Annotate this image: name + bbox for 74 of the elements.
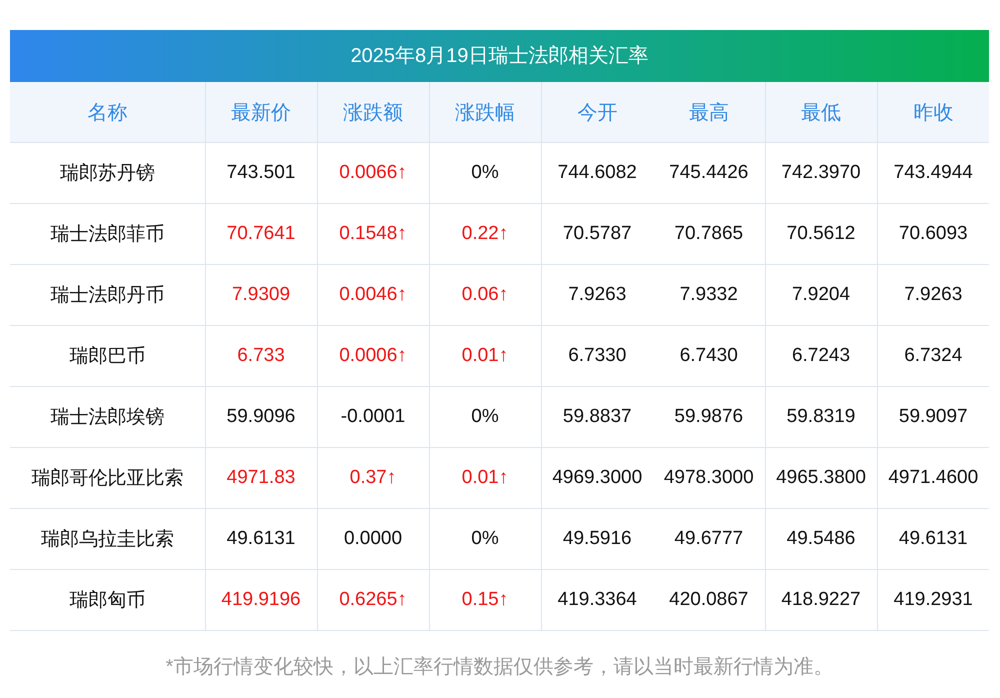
table-cell: 6.7330 <box>541 326 653 386</box>
table-cell: 0.1548↑ <box>317 204 429 264</box>
table-cell: 7.9204 <box>765 264 877 326</box>
table-cell: 瑞郎巴币 <box>10 326 205 386</box>
table-cell: 59.8837 <box>541 386 653 448</box>
table-cell: 419.9196 <box>205 570 317 630</box>
table-cell: 6.7324 <box>877 326 989 386</box>
table-cell: 0% <box>429 508 541 570</box>
column-header: 涨跌额 <box>317 82 429 142</box>
table-cell: 4978.3000 <box>653 448 765 508</box>
table-cell: 0.22↑ <box>429 204 541 264</box>
column-header: 最低 <box>765 82 877 142</box>
table-cell: 瑞士法郎菲币 <box>10 204 205 264</box>
table-cell: 0.37↑ <box>317 448 429 508</box>
table-cell: 0.01↑ <box>429 326 541 386</box>
table-cell: 0.15↑ <box>429 570 541 630</box>
table-cell: 瑞郎哥伦比亚比索 <box>10 448 205 508</box>
column-header: 最高 <box>653 82 765 142</box>
table-cell: 7.9263 <box>541 264 653 326</box>
table-cell: 0.0006↑ <box>317 326 429 386</box>
table-cell: 70.6093 <box>877 204 989 264</box>
table-cell: -0.0001 <box>317 386 429 448</box>
table-cell: 0.06↑ <box>429 264 541 326</box>
table-cell: 0.0046↑ <box>317 264 429 326</box>
table-cell: 419.3364 <box>541 570 653 630</box>
table-cell: 7.9332 <box>653 264 765 326</box>
table-cell: 瑞士法郎埃镑 <box>10 386 205 448</box>
table-cell: 49.6131 <box>877 508 989 570</box>
table-cell: 瑞郎苏丹镑 <box>10 142 205 204</box>
table-cell: 瑞郎乌拉圭比索 <box>10 508 205 570</box>
table-cell: 瑞郎匈币 <box>10 570 205 630</box>
table-cell: 59.8319 <box>765 386 877 448</box>
table-cell: 7.9263 <box>877 264 989 326</box>
table-cell: 744.6082 <box>541 142 653 204</box>
table-cell: 70.5612 <box>765 204 877 264</box>
table-cell: 743.4944 <box>877 142 989 204</box>
column-header: 涨跌幅 <box>429 82 541 142</box>
table-cell: 瑞士法郎丹币 <box>10 264 205 326</box>
table-cell: 0.6265↑ <box>317 570 429 630</box>
table-cell: 0% <box>429 386 541 448</box>
column-header: 名称 <box>10 82 205 142</box>
table-cell: 49.5486 <box>765 508 877 570</box>
table-cell: 0% <box>429 142 541 204</box>
table-cell: 0.01↑ <box>429 448 541 508</box>
table-cell: 59.9096 <box>205 386 317 448</box>
column-header: 最新价 <box>205 82 317 142</box>
table-cell: 49.5916 <box>541 508 653 570</box>
table-cell: 745.4426 <box>653 142 765 204</box>
table-cell: 743.501 <box>205 142 317 204</box>
column-header: 今开 <box>541 82 653 142</box>
table-cell: 420.0867 <box>653 570 765 630</box>
column-header: 昨收 <box>877 82 989 142</box>
table-cell: 70.5787 <box>541 204 653 264</box>
table-cell: 418.9227 <box>765 570 877 630</box>
table-cell: 4971.4600 <box>877 448 989 508</box>
table-cell: 6.7243 <box>765 326 877 386</box>
table-cell: 4969.3000 <box>541 448 653 508</box>
table-cell: 6.733 <box>205 326 317 386</box>
table-cell: 7.9309 <box>205 264 317 326</box>
table-title: 2025年8月19日瑞士法郎相关汇率 <box>10 30 989 82</box>
table-cell: 6.7430 <box>653 326 765 386</box>
table-cell: 59.9876 <box>653 386 765 448</box>
table-cell: 59.9097 <box>877 386 989 448</box>
table-cell: 70.7865 <box>653 204 765 264</box>
table-cell: 419.2931 <box>877 570 989 630</box>
table-cell: 0.0066↑ <box>317 142 429 204</box>
table-cell: 4965.3800 <box>765 448 877 508</box>
footnote: *市场行情变化较快，以上汇率行情数据仅供参考，请以当时最新行情为准。 <box>164 655 834 680</box>
table-cell: 4971.83 <box>205 448 317 508</box>
table-cell: 49.6777 <box>653 508 765 570</box>
table-cell: 49.6131 <box>205 508 317 570</box>
table-cell: 70.7641 <box>205 204 317 264</box>
table-cell: 0.0000 <box>317 508 429 570</box>
table-cell: 742.3970 <box>765 142 877 204</box>
